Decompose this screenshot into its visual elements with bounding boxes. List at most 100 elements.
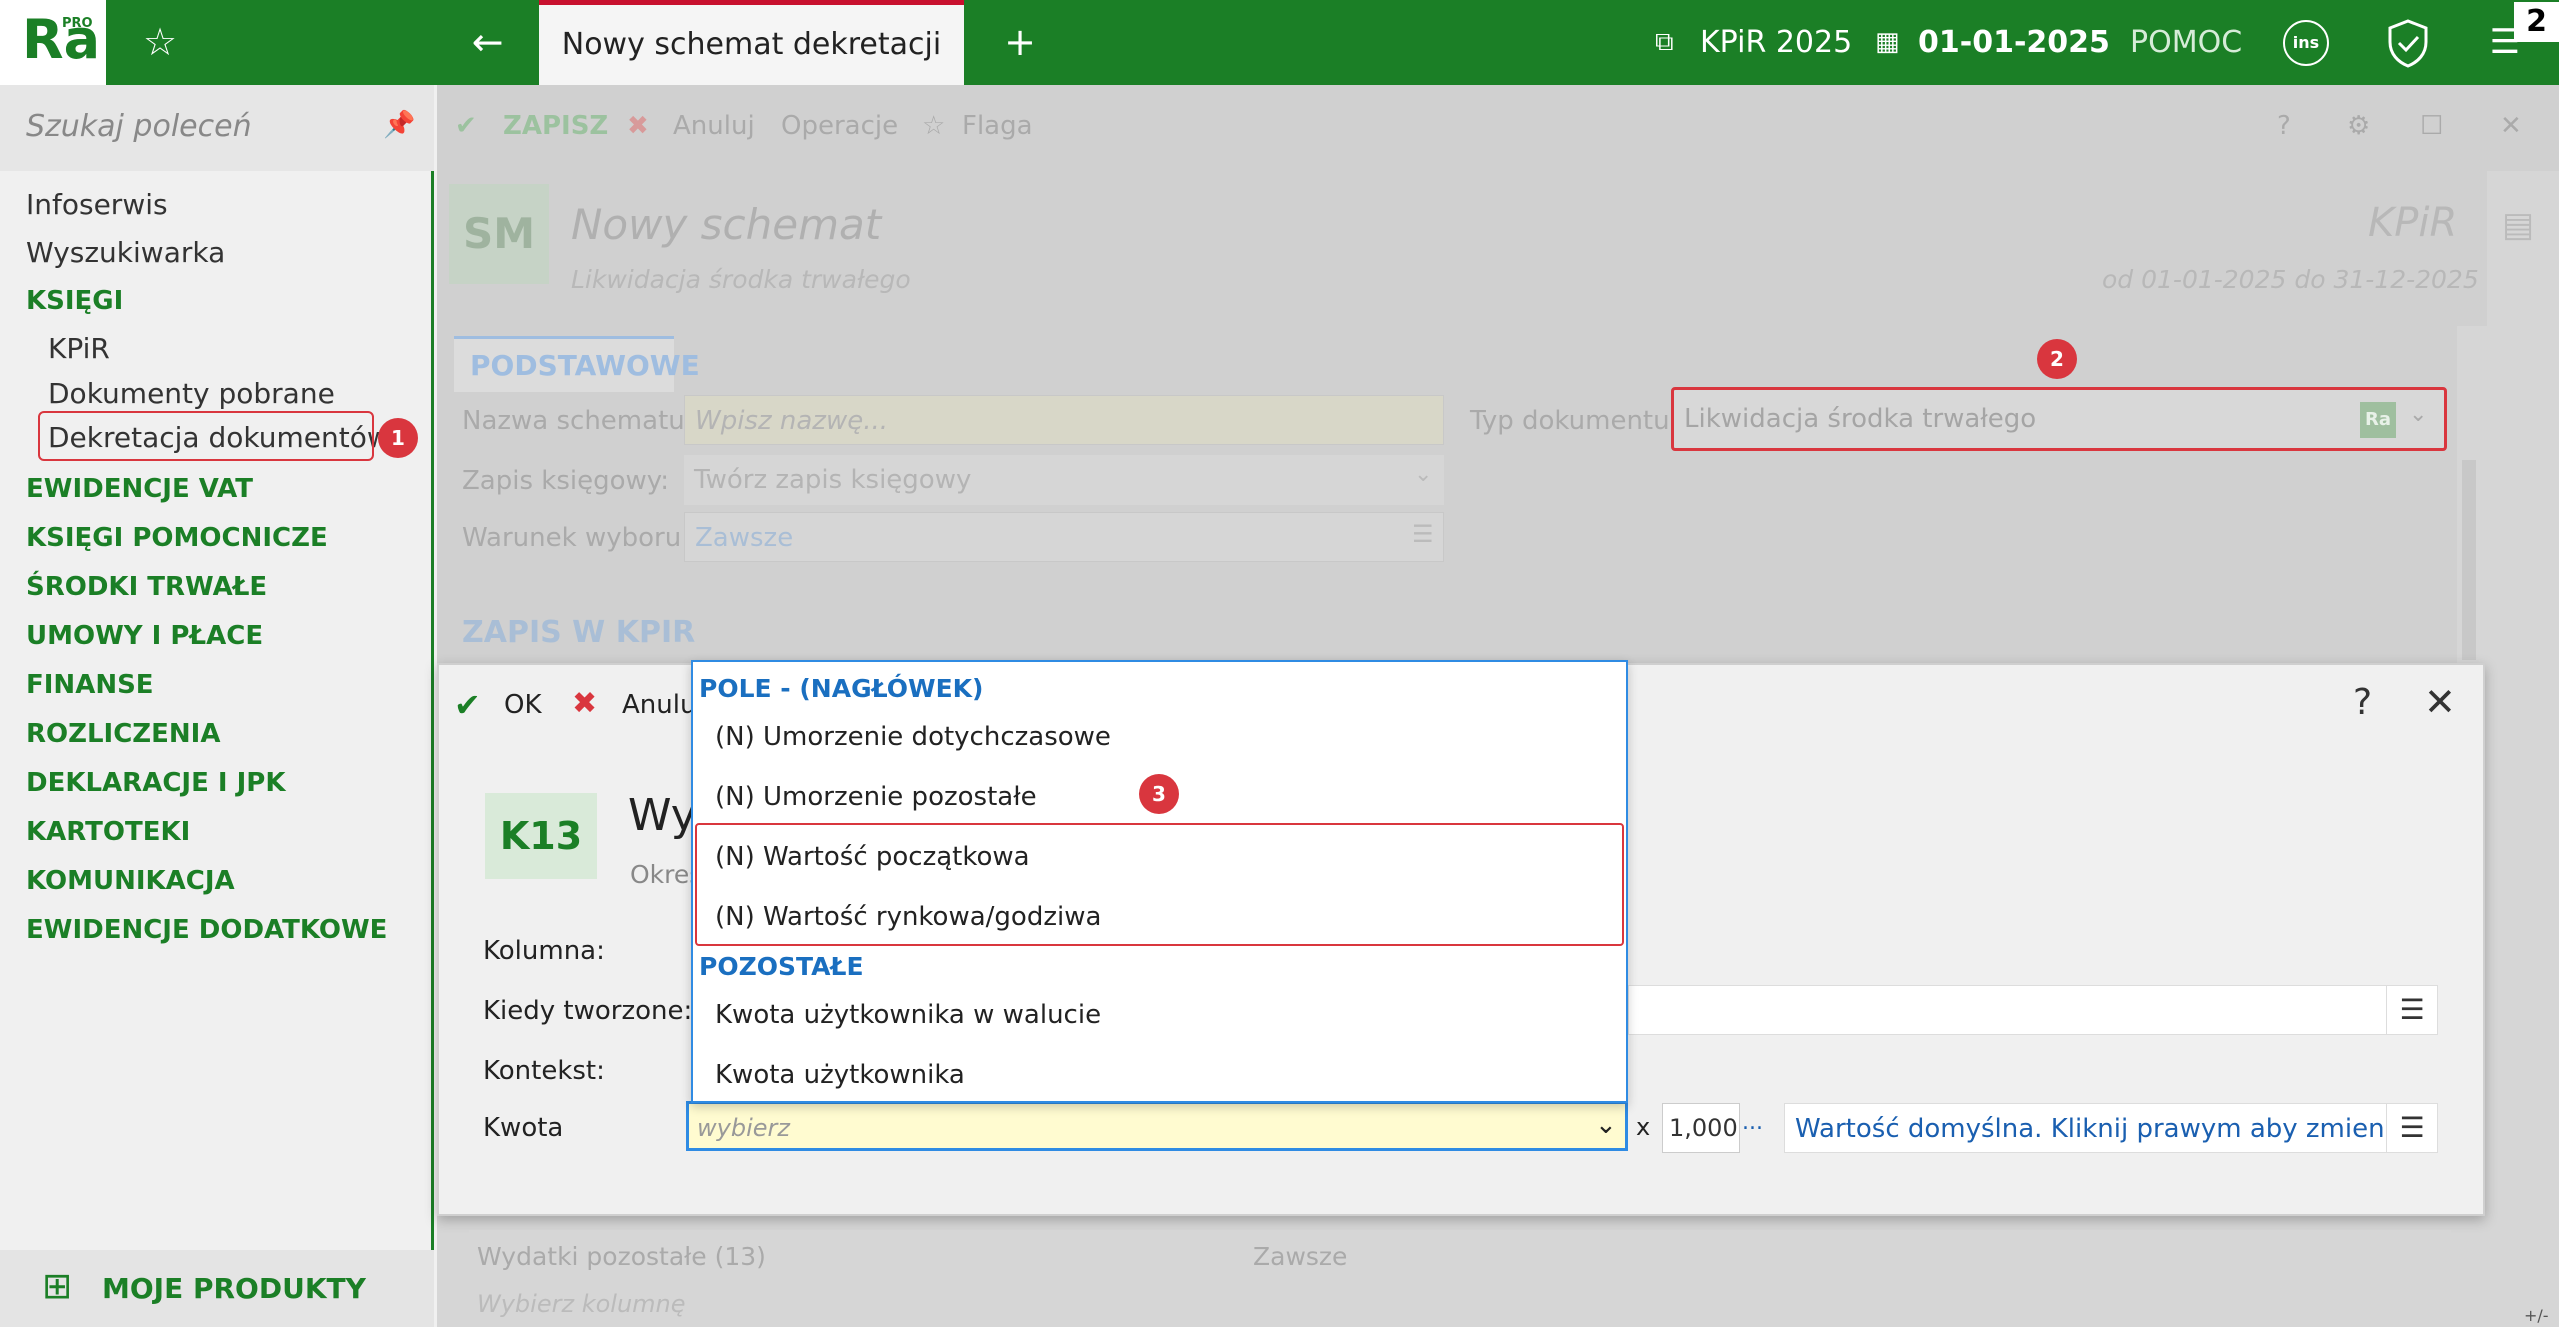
entry-chevron-icon: ⌄ — [1414, 462, 1433, 487]
pin-icon[interactable]: 📌 — [383, 110, 415, 140]
sidebar — [0, 85, 434, 1327]
ok-button[interactable]: OK — [504, 690, 542, 720]
grid-cell-condition[interactable]: Zawsze — [1253, 1242, 1347, 1271]
sidebar-item-kartoteki[interactable]: KARTOTEKI — [26, 817, 190, 847]
dropdown-item[interactable]: Kwota użytkownika — [715, 1060, 965, 1090]
grid-cell-placeholder[interactable]: Wybierz kolumnę — [477, 1290, 686, 1318]
my-products-label: MOJE PRODUKTY — [102, 1272, 366, 1305]
dialog-help-icon[interactable]: ? — [2353, 682, 2372, 723]
operations-button[interactable]: Operacje — [781, 111, 898, 141]
dropdown-item[interactable]: Kwota użytkownika w walucie — [715, 1000, 1101, 1030]
callout-badge-3: 3 — [1139, 774, 1179, 814]
add-tab-icon[interactable]: + — [990, 0, 1050, 85]
column-label: Kolumna: — [483, 936, 605, 966]
amount-select[interactable]: wybierz ⌄ — [686, 1101, 1628, 1151]
sidebar-item-kpir[interactable]: KPiR — [48, 332, 110, 365]
condition-input[interactable]: Zawsze — [684, 512, 1444, 562]
cancel-x-icon: ✖ — [572, 686, 598, 721]
doc-type-select[interactable]: Likwidacja środka trwałego Ra ⌄ — [1671, 387, 2447, 451]
close-icon[interactable]: ✕ — [2500, 111, 2522, 141]
period-label: od 01-01-2025 do 31-12-2025 — [2102, 265, 2479, 294]
date-selector[interactable]: 01-01-2025 — [1918, 0, 2110, 85]
sidebar-item-wyszukiwarka[interactable]: Wyszukiwarka — [26, 236, 225, 269]
condition-label: Warunek wyboru: — [462, 523, 690, 553]
help-link[interactable]: POMOC — [2130, 0, 2242, 85]
save-button[interactable]: ZAPISZ — [503, 111, 608, 141]
flag-icon: ☆ — [922, 111, 946, 141]
schema-name-label: Nazwa schematu: — [462, 406, 694, 436]
doc-type-value: Likwidacja środka trwałego — [1684, 404, 2037, 434]
doc-type-tag: Ra — [2360, 402, 2396, 438]
dialog-cancel-button[interactable]: Anulu — [622, 690, 696, 720]
dropdown-group-header: POLE - (NAGŁÓWEK) — [699, 674, 984, 703]
sidebar-item-deklaracje[interactable]: DEKLARACJE I JPK — [26, 768, 286, 798]
columns-grid: Wydatki pozostałe (13) Zawsze Wybierz ko… — [469, 1230, 2451, 1327]
tab-podstawowe[interactable]: PODSTAWOWE — [454, 336, 700, 392]
sidebar-item-ksiegi-pomocnicze[interactable]: KSIĘGI POMOCNICZE — [26, 523, 328, 553]
book-icon: ⧉ — [1655, 27, 1674, 57]
dropdown-item[interactable]: (N) Umorzenie pozostałe — [715, 782, 1037, 812]
tab-title: Nowy schemat dekretacji — [561, 27, 942, 62]
dropdown-item[interactable]: (N) Umorzenie dotychczasowe — [715, 722, 1111, 752]
dialog-title: Wy — [628, 790, 697, 841]
sidebar-item-srodki-trwale[interactable]: ŚRODKI TRWAŁE — [26, 572, 267, 602]
products-icon: ⊞ — [42, 1266, 73, 1307]
sidebar-item-ksiegi[interactable]: KSIĘGI — [26, 286, 123, 316]
when-menu-icon[interactable]: ☰ — [2386, 985, 2438, 1035]
dropdown-group-header: POZOSTAŁE — [699, 952, 864, 981]
save-check-icon: ✔ — [455, 111, 477, 141]
ins-icon[interactable]: ins — [2283, 20, 2329, 66]
sidebar-item-infoserwis[interactable]: Infoserwis — [26, 188, 168, 221]
command-search[interactable]: Szukaj poleceń — [0, 85, 434, 171]
book-label: KPiR — [2368, 200, 2458, 246]
app-logo[interactable]: Ra PRO — [0, 0, 106, 85]
tab-new-schema[interactable]: Nowy schemat dekretacji — [539, 0, 964, 85]
comment-icon[interactable]: ▤ — [2502, 205, 2534, 245]
sidebar-item-umowy-place[interactable]: UMOWY I PŁACE — [26, 621, 263, 651]
sidebar-item-ewidencje-dodatkowe[interactable]: EWIDENCJE DODATKOWE — [26, 915, 387, 945]
default-value-field[interactable]: Wartość domyślna. Kliknij prawym aby zmi… — [1784, 1103, 2436, 1153]
my-products-button[interactable]: ⊞ MOJE PRODUKTY — [0, 1250, 434, 1327]
sidebar-item-finanse[interactable]: FINANSE — [26, 670, 154, 700]
sidebar-item-rozliczenia[interactable]: ROZLICZENIA — [26, 719, 220, 749]
amount-chevron-icon: ⌄ — [1595, 1110, 1617, 1140]
sidebar-item-dokumenty-pobrane[interactable]: Dokumenty pobrane — [48, 377, 335, 410]
logo-pro: PRO — [62, 16, 93, 31]
dialog-close-icon[interactable]: ✕ — [2424, 680, 2456, 724]
callout-badge-2: 2 — [2037, 339, 2077, 379]
cancel-button[interactable]: Anuluj — [673, 111, 755, 141]
grid-cell-column[interactable]: Wydatki pozostałe (13) — [477, 1242, 766, 1271]
context-label: Kontekst: — [483, 1056, 605, 1086]
schema-avatar: SM — [449, 184, 549, 284]
callout-highlight-3 — [695, 823, 1624, 946]
ok-check-icon: ✔ — [454, 686, 481, 724]
star-icon[interactable]: ☆ — [130, 0, 190, 85]
amount-label: Kwota — [483, 1113, 564, 1143]
when-label: Kiedy tworzone: — [483, 996, 693, 1026]
multiplier-input[interactable]: 1,000 — [1662, 1103, 1740, 1153]
multiplier-x: x — [1636, 1113, 1651, 1141]
amount-menu-icon[interactable]: ☰ — [2386, 1103, 2438, 1153]
doc-type-label: Typ dokumentu: — [1470, 406, 1679, 436]
book-selector[interactable]: KPiR 2025 — [1700, 0, 1852, 85]
page-subtitle: Likwidacja środka trwałego — [571, 265, 911, 294]
sidebar-item-komunikacja[interactable]: KOMUNIKACJA — [26, 866, 235, 896]
schema-name-input[interactable]: Wpisz nazwę... — [684, 395, 1444, 445]
condition-menu-icon[interactable]: ☰ — [1412, 520, 1434, 548]
multiplier-more[interactable]: ... — [1742, 1110, 1763, 1135]
when-input[interactable] — [1628, 985, 2436, 1035]
page-title: Nowy schemat — [571, 200, 882, 249]
shield-icon[interactable] — [2385, 18, 2431, 68]
settings-gear-icon[interactable]: ⚙ — [2347, 111, 2370, 141]
entry-select[interactable]: Twórz zapis księgowy — [684, 455, 1444, 505]
scrollbar[interactable] — [2462, 460, 2476, 660]
toolbar: ✔ ZAPISZ ✖ Anuluj Operacje ☆ Flaga ? ⚙ ☐… — [437, 85, 2559, 171]
sidebar-item-ewidencje-vat[interactable]: EWIDENCJE VAT — [26, 474, 253, 504]
back-arrow-icon[interactable]: ← — [455, 0, 520, 85]
callout-highlight-1 — [38, 411, 374, 461]
notification-count: 2 — [2514, 2, 2559, 42]
help-icon[interactable]: ? — [2277, 111, 2291, 141]
flag-button[interactable]: Flaga — [962, 111, 1033, 141]
maximize-icon[interactable]: ☐ — [2420, 111, 2443, 141]
chevron-down-icon: ⌄ — [2409, 402, 2428, 427]
